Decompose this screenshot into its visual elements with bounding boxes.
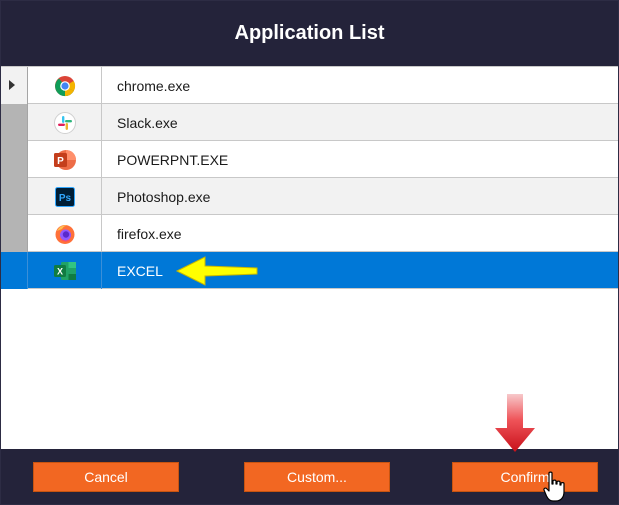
app-icon-cell[interactable] [28, 104, 102, 141]
cancel-button[interactable]: Cancel [33, 462, 179, 492]
app-icon-cell[interactable]: P [28, 141, 102, 178]
red-down-arrow-icon [495, 394, 535, 452]
window-title: Application List [234, 22, 385, 44]
yellow-callout-arrow-icon [175, 256, 258, 286]
app-name[interactable]: Photoshop.exe [102, 178, 618, 215]
powerpoint-icon: P [53, 149, 76, 170]
app-name[interactable]: chrome.exe [102, 67, 618, 104]
row-header[interactable] [1, 141, 28, 178]
app-row-photoshop[interactable]: Ps Photoshop.exe [1, 178, 618, 215]
row-header[interactable] [1, 215, 28, 252]
app-name[interactable]: POWERPNT.EXE [102, 141, 618, 178]
app-row-slack[interactable]: Slack.exe [1, 104, 618, 141]
current-row-indicator-icon [9, 80, 15, 90]
svg-text:Ps: Ps [58, 193, 71, 204]
custom-button[interactable]: Custom... [244, 462, 390, 492]
slack-icon [53, 111, 76, 134]
row-header[interactable] [1, 104, 28, 141]
application-grid[interactable]: chrome.exe Slack.exe P POWERPNT.EXE Ps P… [1, 66, 618, 450]
app-name[interactable]: firefox.exe [102, 215, 618, 252]
svg-text:P: P [57, 156, 64, 167]
app-row-chrome[interactable]: chrome.exe [1, 67, 618, 104]
chrome-icon [54, 75, 75, 96]
photoshop-icon: Ps [54, 186, 75, 207]
firefox-icon [55, 224, 74, 244]
app-row-firefox[interactable]: firefox.exe [1, 215, 618, 252]
app-icon-cell[interactable] [28, 215, 102, 252]
app-name[interactable]: Slack.exe [102, 104, 618, 141]
confirm-button[interactable]: Confirm [452, 462, 598, 492]
svg-text:X: X [56, 266, 62, 276]
hand-pointer-cursor-icon [543, 471, 565, 502]
app-row-excel[interactable]: X EXCEL [1, 252, 618, 289]
app-icon-cell[interactable]: X [28, 252, 102, 289]
app-icon-cell[interactable]: Ps [28, 178, 102, 215]
row-header[interactable] [1, 67, 28, 104]
app-row-powerpoint[interactable]: P POWERPNT.EXE [1, 141, 618, 178]
row-header[interactable] [1, 252, 28, 289]
row-header[interactable] [1, 178, 28, 215]
title-bar: Application List [1, 1, 618, 66]
app-icon-cell[interactable] [28, 67, 102, 104]
button-bar: Cancel Custom... Confirm [1, 449, 618, 504]
excel-icon: X [53, 261, 76, 280]
